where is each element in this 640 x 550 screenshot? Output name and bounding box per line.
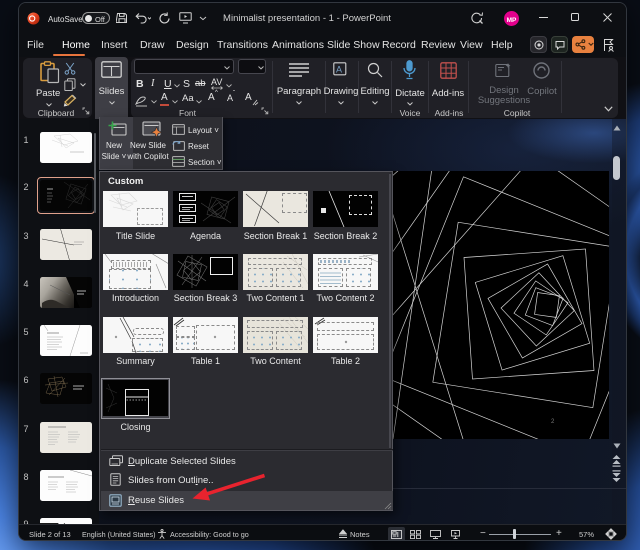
svg-text:2: 2: [551, 419, 555, 425]
svg-text:A: A: [336, 65, 342, 75]
